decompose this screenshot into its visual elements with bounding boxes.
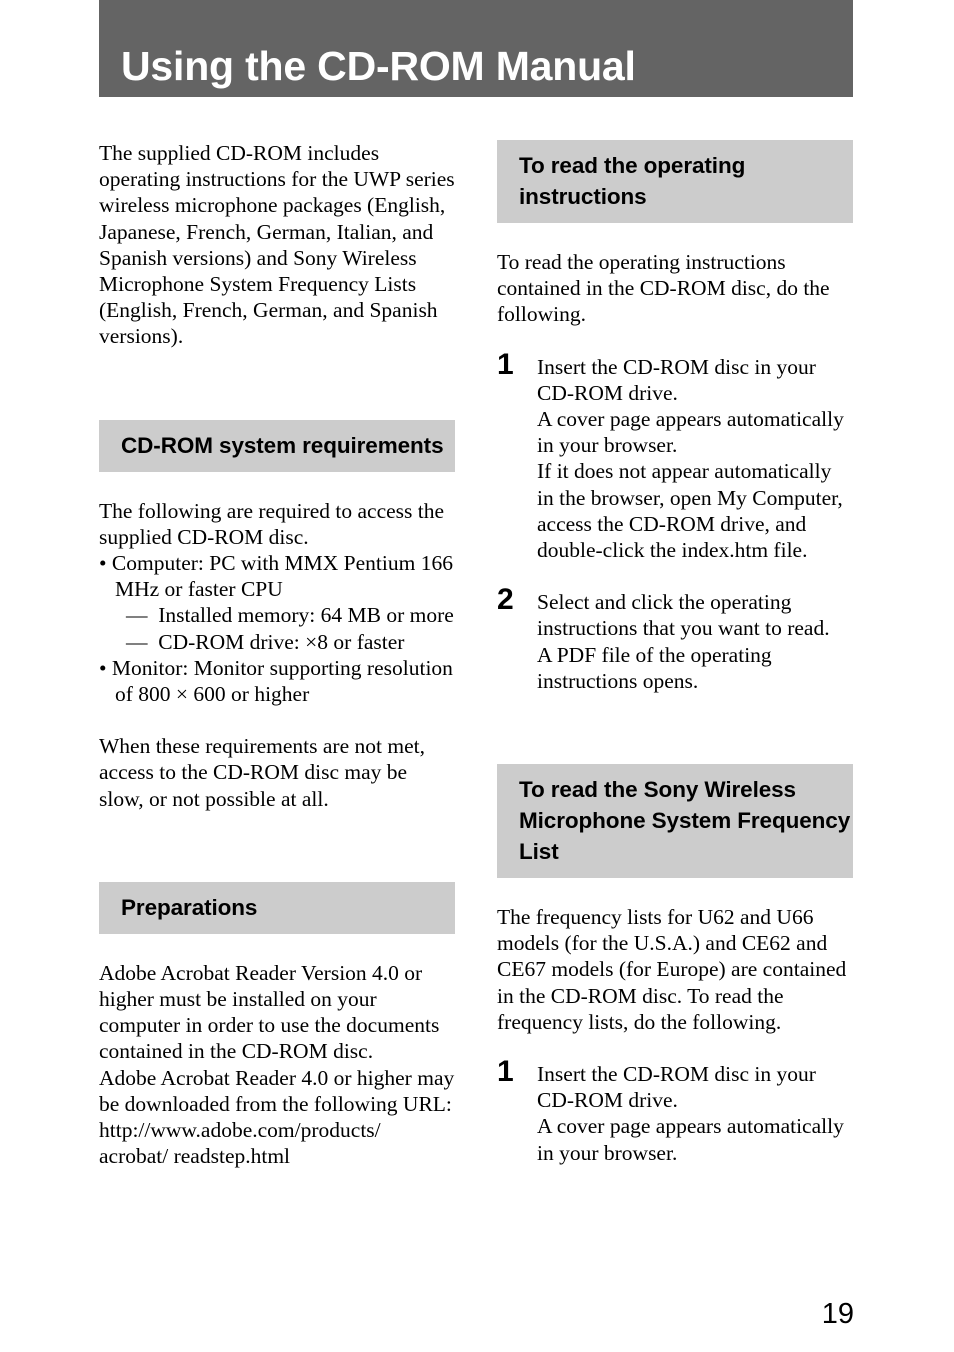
step-item: 1 Insert the CD-ROM disc in your CD-ROM … (497, 348, 853, 564)
frequency-list-intro: The frequency lists for U62 and U66 mode… (497, 905, 847, 1034)
requirement-bullet-monitor: • Monitor: Monitor supporting resolution… (99, 655, 455, 707)
section-band-to-read-operating-instructions: To read the operating instructions (497, 140, 853, 223)
bullet-marker: • (99, 655, 107, 680)
requirement-subitem-drive: — CD-ROM drive: ×8 or faster (99, 629, 455, 655)
dash-marker: — (126, 603, 148, 628)
right-column: To read the operating instructions To re… (497, 140, 853, 1166)
section-heading-preparations: Preparations (121, 894, 258, 920)
operating-instructions-intro: To read the operating instructions conta… (497, 250, 830, 327)
step-number: 1 (497, 347, 514, 381)
requirement-subitem-memory: — Installed memory: 64 MB or more (99, 602, 455, 628)
step-number: 2 (497, 583, 514, 617)
requirement-text: Computer: PC with MMX Pentium 166 MHz or… (111, 551, 453, 602)
step-text: Insert the CD-ROM disc in your CD-ROM dr… (537, 354, 816, 405)
step-text: A PDF file of the operating instructions… (537, 642, 772, 693)
step-text: If it does not appear automatically in t… (537, 459, 843, 563)
requirement-text: Monitor: Monitor supporting resolution o… (111, 655, 453, 707)
requirements-intro: The following are required to access the… (99, 498, 445, 549)
requirements-note: When these requirements are not met, acc… (99, 734, 425, 811)
section-heading-to-read-operating-instructions: To read the operating instructions (519, 153, 746, 209)
adobe-download-url: http://www.adobe.com/products/ acrobat/ … (99, 1118, 381, 1169)
section-heading-frequency-list: To read the Sony Wireless Microphone Sys… (519, 777, 851, 865)
left-column: The supplied CD-ROM includes operating i… (99, 140, 455, 1169)
step-number: 1 (497, 1055, 514, 1089)
step-text: Insert the CD-ROM disc in your CD-ROM dr… (537, 1062, 816, 1113)
document-page: Using the CD-ROM Manual The supplied CD-… (0, 0, 954, 1352)
requirement-bullet-computer: • Computer: PC with MMX Pentium 166 MHz … (99, 550, 455, 602)
requirement-text: CD-ROM drive: ×8 or faster (158, 629, 405, 654)
section-band-frequency-list: To read the Sony Wireless Microphone Sys… (497, 764, 853, 879)
title-banner: Using the CD-ROM Manual (99, 0, 853, 97)
step-item: 2 Select and click the operating instruc… (497, 583, 853, 694)
intro-paragraph: The supplied CD-ROM includes operating i… (99, 141, 455, 349)
section-band-preparations: Preparations (99, 881, 455, 934)
step-item: 1 Insert the CD-ROM disc in your CD-ROM … (497, 1055, 853, 1166)
step-text: A cover page appears automatically in yo… (537, 407, 844, 458)
section-band-cd-rom-system-requirements: CD-ROM system requirements (99, 419, 455, 472)
requirement-text: Installed memory: 64 MB or more (158, 603, 454, 628)
step-text: A cover page appears automatically in yo… (537, 1114, 844, 1165)
step-text: Select and click the operating instructi… (537, 590, 830, 641)
preparations-paragraph-2: Adobe Acrobat Reader 4.0 or higher may b… (99, 1065, 455, 1116)
page-title: Using the CD-ROM Manual (121, 43, 636, 89)
bullet-marker: • (99, 551, 107, 576)
page-number: 19 (821, 1298, 854, 1330)
preparations-paragraph-1: Adobe Acrobat Reader Version 4.0 or high… (99, 960, 440, 1064)
section-heading-cd-rom-system-requirements: CD-ROM system requirements (121, 432, 444, 458)
dash-marker: — (126, 629, 148, 654)
